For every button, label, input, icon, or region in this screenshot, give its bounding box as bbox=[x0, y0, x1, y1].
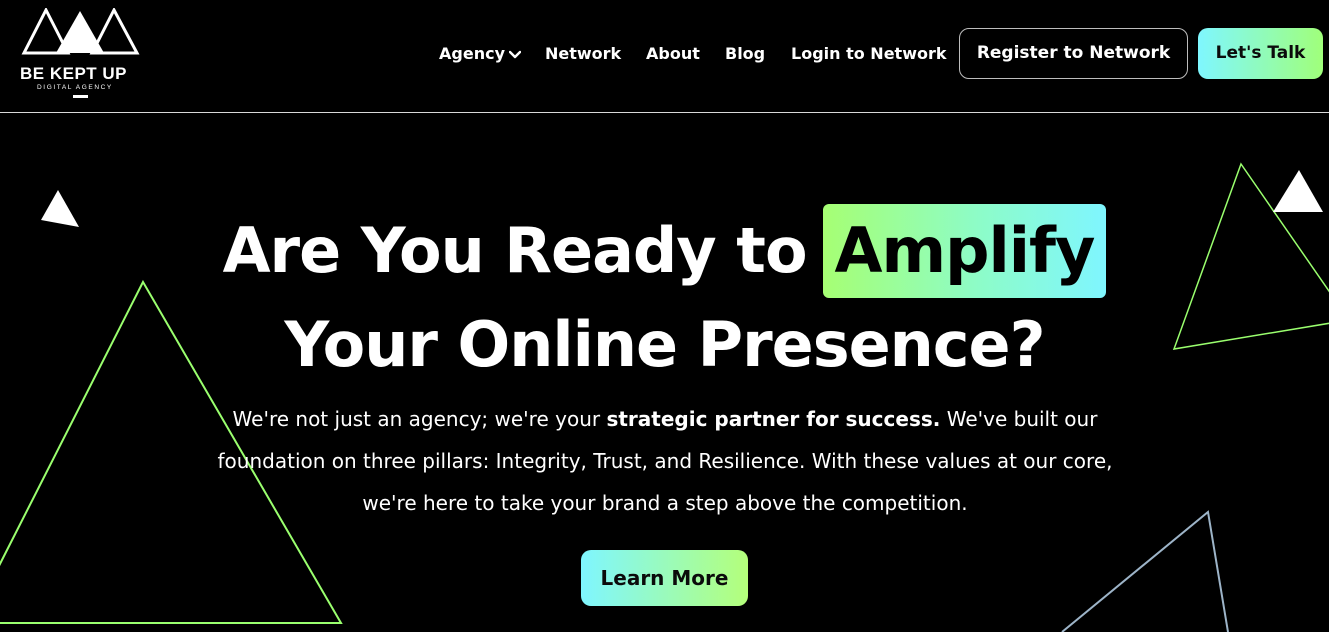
nav-agency-label: Agency bbox=[439, 44, 505, 63]
chevron-down-icon bbox=[508, 44, 522, 66]
nav-login-to-network[interactable]: Login to Network bbox=[791, 43, 947, 65]
site-header: BE KEPT UP DIGITAL AGENCY Agency Network… bbox=[0, 0, 1329, 113]
learn-more-button[interactable]: Learn More bbox=[581, 550, 748, 606]
logo-underline bbox=[73, 95, 88, 98]
hero-paragraph-intro: We're not just an agency; we're your bbox=[232, 407, 607, 431]
hero-title-text: Are You Ready to bbox=[222, 214, 808, 287]
nav-about[interactable]: About bbox=[646, 43, 700, 65]
logo-name: BE KEPT UP bbox=[20, 64, 128, 83]
logo[interactable]: BE KEPT UP DIGITAL AGENCY bbox=[20, 8, 142, 100]
hero-paragraph: We're not just an agency; we're your str… bbox=[205, 398, 1125, 524]
page: BE KEPT UP DIGITAL AGENCY Agency Network… bbox=[0, 0, 1329, 632]
register-to-network-button[interactable]: Register to Network bbox=[959, 28, 1188, 79]
blue-triangle-bottom-right bbox=[1061, 510, 1229, 632]
hero-title-line2: Your Online Presence? bbox=[284, 308, 1045, 381]
logo-tagline: DIGITAL AGENCY bbox=[37, 84, 113, 91]
nav-network[interactable]: Network bbox=[545, 43, 621, 65]
hero-title-highlight: Amplify bbox=[822, 204, 1107, 298]
hero-title-line1: Are You Ready to Amplify bbox=[0, 204, 1329, 298]
nav-blog[interactable]: Blog bbox=[725, 43, 765, 65]
mountains-icon bbox=[21, 8, 140, 55]
lets-talk-button[interactable]: Let's Talk bbox=[1198, 28, 1323, 79]
nav-agency[interactable]: Agency bbox=[439, 43, 522, 66]
hero-paragraph-bold: strategic partner for success. bbox=[606, 407, 941, 431]
